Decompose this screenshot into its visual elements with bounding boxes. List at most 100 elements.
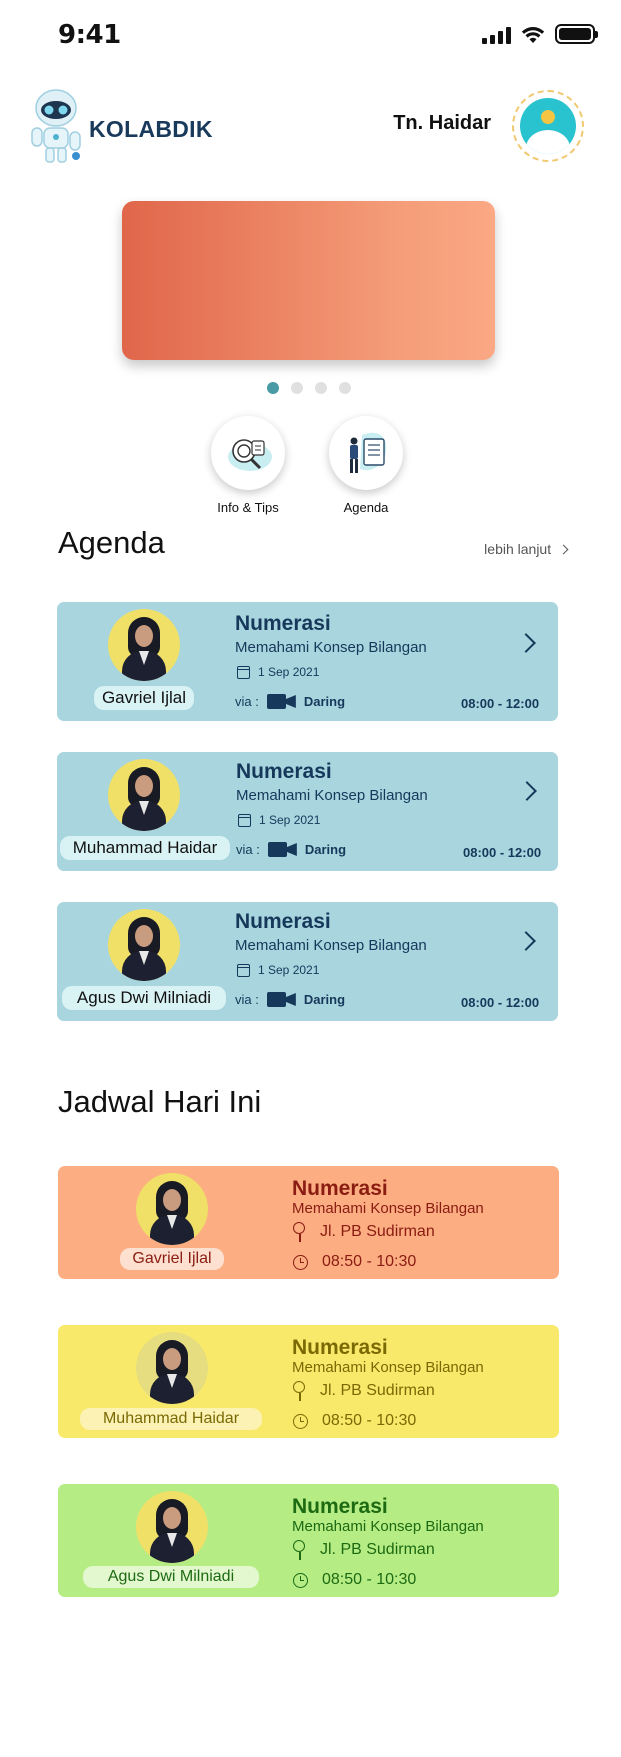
card-subject: Numerasi [292,1177,388,1200]
teacher-photo [108,609,180,681]
location-row: Jl. PB Sudirman [292,1222,435,1242]
schedule-card[interactable]: Agus Dwi Milniadi Numerasi Memahami Kons… [58,1484,559,1597]
location-row: Jl. PB Sudirman [292,1381,435,1401]
card-subject: Numerasi [292,1336,388,1359]
teacher-photo [136,1491,208,1563]
card-via: via : Daring [235,992,345,1007]
via-mode: Daring [304,842,347,857]
status-bar: 9:41 [0,0,621,70]
clock-icon [293,1254,308,1270]
video-camera-icon [267,842,297,857]
via-label: via : [235,694,259,709]
chevron-right-icon [558,544,569,555]
video-camera-icon [266,694,296,709]
card-date: 1 Sep 2021 [237,963,319,977]
cellular-signal-icon [482,27,511,44]
location-row: Jl. PB Sudirman [292,1540,435,1560]
status-time: 9:41 [58,20,121,50]
teacher-name: Gavriel Ijlal [94,686,194,710]
teacher-name: Agus Dwi Milniadi [83,1566,259,1588]
agenda-button[interactable] [329,416,403,490]
agenda-icon [350,432,387,473]
card-time: 08:00 - 12:00 [461,696,540,711]
quick-menu-info-tips[interactable]: Info & Tips [203,416,293,515]
card-date: 1 Sep 2021 [237,665,319,679]
location-pin-icon [292,1222,306,1242]
time-value: 08:50 - 10:30 [322,1571,417,1588]
agenda-card[interactable]: Muhammad Haidar Numerasi Memahami Konsep… [57,752,558,871]
chevron-right-icon[interactable] [517,781,537,801]
calendar-icon [238,813,251,827]
via-mode: Daring [303,992,346,1007]
location-value: Jl. PB Sudirman [320,1382,435,1399]
calendar-icon [237,963,250,977]
calendar-icon [237,665,250,679]
lebih-lanjut-label: lebih lanjut [484,541,552,557]
time-value: 08:50 - 10:30 [322,1412,417,1429]
card-subject: Numerasi [235,910,331,933]
clock-icon [293,1572,308,1588]
agenda-card[interactable]: Agus Dwi Milniadi Numerasi Memahami Kons… [57,902,558,1021]
card-date-value: 1 Sep 2021 [259,813,321,827]
user-avatar[interactable] [512,90,584,162]
teacher-photo [136,1173,208,1245]
card-via: via : Daring [235,694,345,709]
card-topic: Memahami Konsep Bilangan [292,1518,484,1535]
schedule-card[interactable]: Muhammad Haidar Numerasi Memahami Konsep… [58,1325,559,1438]
battery-icon [555,24,598,44]
card-topic: Memahami Konsep Bilangan [235,937,427,954]
time-row: 08:50 - 10:30 [292,1412,416,1430]
chevron-right-icon[interactable] [516,633,536,653]
promo-banner[interactable] [122,201,495,360]
card-date-value: 1 Sep 2021 [258,665,320,679]
user-avatar-icon [520,98,576,154]
card-date: 1 Sep 2021 [238,813,320,827]
card-topic: Memahami Konsep Bilangan [292,1200,484,1217]
card-topic: Memahami Konsep Bilangan [292,1359,484,1376]
carousel-dot[interactable] [267,382,279,394]
lebih-lanjut-link[interactable]: lebih lanjut [484,541,569,557]
card-via: via : Daring [236,842,346,857]
card-topic: Memahami Konsep Bilangan [236,787,428,804]
teacher-photo [108,909,180,981]
agenda-section-title: Agenda [58,525,165,560]
teacher-name: Muhammad Haidar [80,1408,262,1430]
card-subject: Numerasi [235,612,331,635]
card-subject: Numerasi [292,1495,388,1518]
teacher-photo [136,1332,208,1404]
location-pin-icon [292,1381,306,1401]
card-subject: Numerasi [236,760,332,783]
card-date-value: 1 Sep 2021 [258,963,320,977]
quick-menu-label: Agenda [343,500,389,515]
status-icons [482,24,598,44]
app-name: KOLABDIK [89,116,213,142]
location-value: Jl. PB Sudirman [320,1541,435,1558]
location-pin-icon [292,1540,306,1560]
carousel-dot[interactable] [315,382,327,394]
via-label: via : [235,992,259,1007]
via-mode: Daring [303,694,346,709]
info-tips-button[interactable] [211,416,285,490]
via-label: via : [236,842,260,857]
teacher-name: Agus Dwi Milniadi [62,986,226,1010]
schedule-section-title: Jadwal Hari Ini [58,1084,262,1119]
location-value: Jl. PB Sudirman [320,1223,435,1240]
quick-menu-agenda[interactable]: Agenda [321,416,411,515]
wifi-icon [521,27,545,43]
teacher-name: Muhammad Haidar [60,836,230,860]
info-tips-icon [228,439,272,471]
carousel-dot[interactable] [339,382,351,394]
card-time: 08:00 - 12:00 [461,995,540,1010]
time-value: 08:50 - 10:30 [322,1253,417,1270]
teacher-name: Gavriel Ijlal [120,1248,224,1270]
teacher-photo [108,759,180,831]
schedule-card[interactable]: Gavriel Ijlal Numerasi Memahami Konsep B… [58,1166,559,1279]
card-topic: Memahami Konsep Bilangan [235,639,427,656]
robot-logo-icon [31,89,81,163]
agenda-card[interactable]: Gavriel Ijlal Numerasi Memahami Konsep B… [57,602,558,721]
chevron-right-icon[interactable] [516,931,536,951]
carousel-dot[interactable] [291,382,303,394]
quick-menu-label: Info & Tips [217,500,279,515]
card-time: 08:00 - 12:00 [463,845,542,860]
user-name: Tn. Haidar [393,112,491,134]
